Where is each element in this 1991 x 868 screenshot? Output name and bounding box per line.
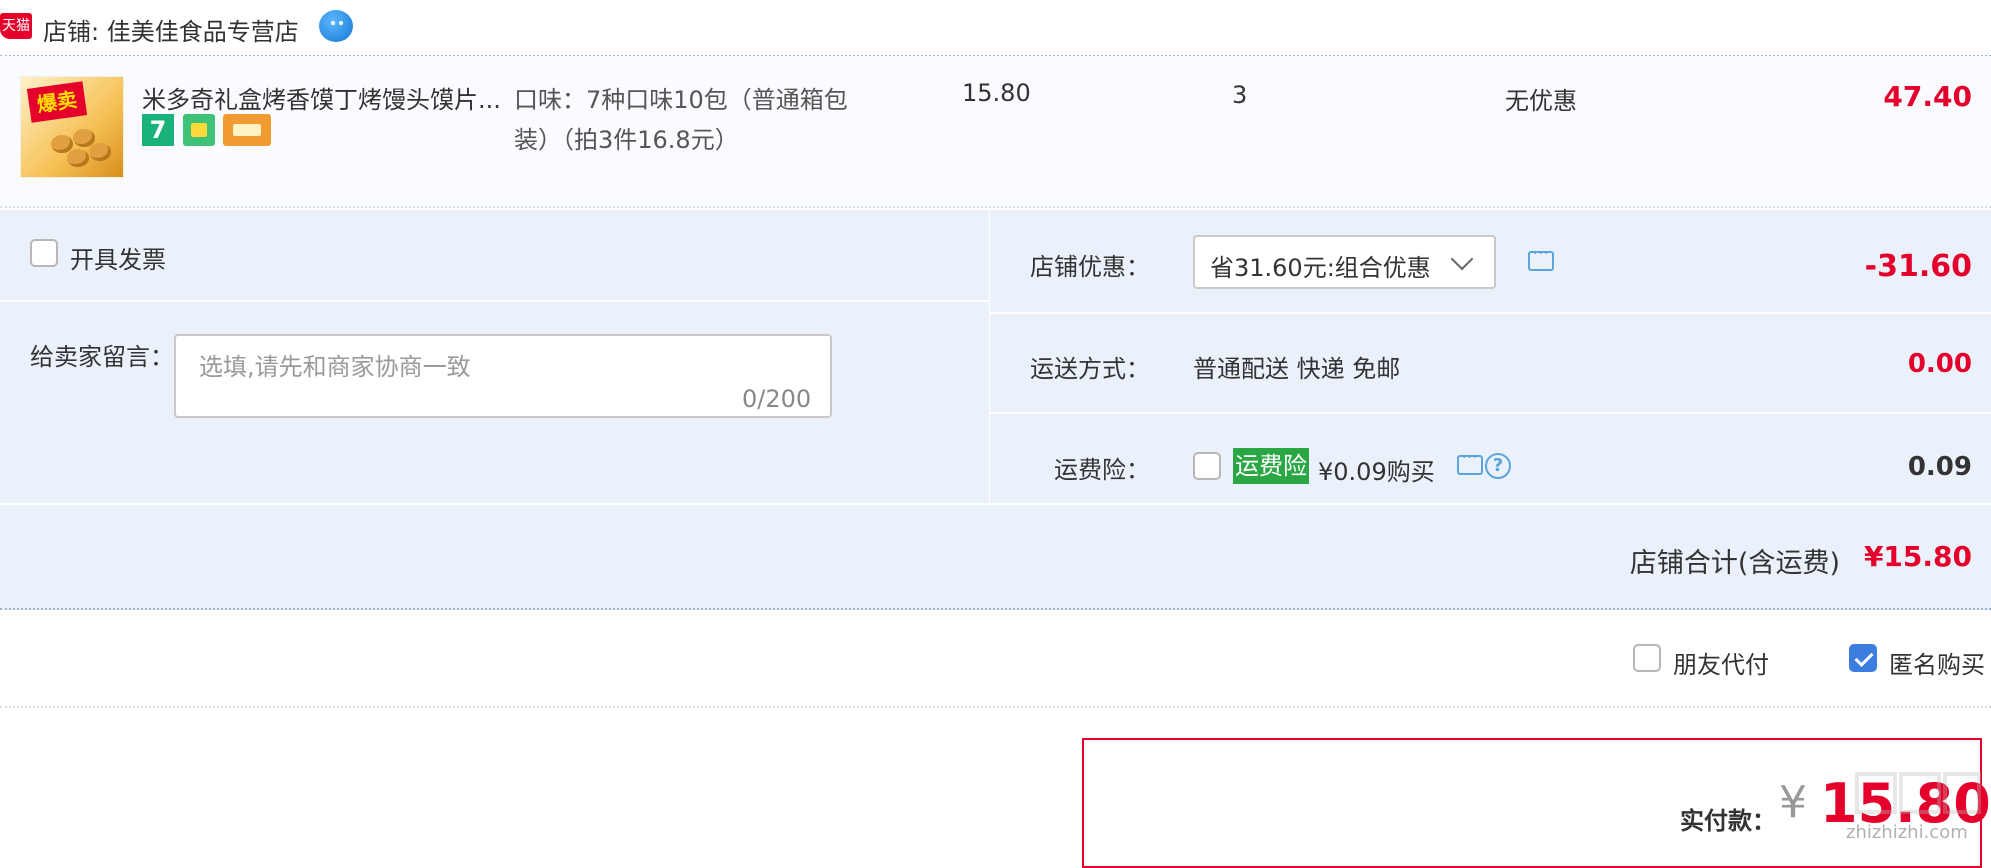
- tmall-badge: 天猫: [0, 13, 32, 39]
- shipping-method: 普通配送 快递 免邮: [1193, 355, 1401, 383]
- promo-selected-value[interactable]: 省31.60元:组合优惠: [1210, 248, 1431, 283]
- anonymous-label[interactable]: 匿名购买: [1889, 645, 1985, 680]
- message-label: 给卖家留言：: [30, 343, 174, 371]
- credit-card-icon: [223, 114, 271, 146]
- message-placeholder: 选填,请先和商家协商一致: [199, 353, 471, 381]
- invoice-checkbox[interactable]: [30, 239, 58, 267]
- product-thumbnail[interactable]: 爆卖: [20, 76, 124, 178]
- wangwang-chat-icon[interactable]: [319, 10, 353, 42]
- divider: [0, 300, 989, 302]
- shop-total-amount: ¥15.80: [1863, 540, 1972, 573]
- shop-total-label: 店铺合计(含运费): [1629, 548, 1840, 579]
- anonymous-checkbox[interactable]: [1849, 644, 1877, 672]
- shipping-label: 运送方式：: [1030, 355, 1150, 383]
- watermark-logo-icon: [1855, 772, 1981, 814]
- unit-price: 15.80: [962, 79, 1031, 107]
- comment-icon[interactable]: [1457, 450, 1483, 475]
- insurance-price: ¥0.09购买: [1318, 458, 1435, 486]
- product-spec: 口味：7种口味10包（普通箱包装）（拍3件16.8元）: [514, 86, 848, 154]
- friend-pay-label[interactable]: 朋友代付: [1673, 645, 1769, 680]
- shopping-bag-icon: [183, 114, 215, 146]
- comment-icon[interactable]: [1528, 246, 1554, 271]
- payment-label: 实付款：: [1680, 807, 1776, 835]
- currency-symbol: ¥: [1779, 777, 1807, 828]
- quantity: 3: [1232, 81, 1248, 109]
- thumbnail-food-piece: [89, 143, 111, 161]
- item-subtotal: 47.40: [1883, 80, 1972, 113]
- seven-day-return-icon: 7: [142, 114, 174, 146]
- watermark-text: zhizhizhi.com: [1846, 822, 1968, 843]
- promo-amount: -31.60: [1864, 249, 1972, 284]
- thumbnail-food-piece: [67, 149, 89, 167]
- divider: [0, 503, 1991, 505]
- insurance-badge: 运费险: [1233, 448, 1309, 484]
- message-char-count: 0/200: [742, 385, 812, 413]
- divider: [989, 210, 990, 505]
- invoice-label[interactable]: 开具发票: [70, 240, 166, 275]
- divider: [990, 412, 1991, 414]
- help-icon[interactable]: ?: [1485, 453, 1511, 479]
- thumbnail-burst-label: 爆卖: [26, 81, 88, 123]
- insurance-checkbox[interactable]: [1193, 452, 1221, 480]
- shipping-amount: 0.00: [1907, 349, 1972, 379]
- friend-pay-checkbox[interactable]: [1633, 644, 1661, 672]
- shop-name[interactable]: 店铺: 佳美佳食品专营店: [43, 12, 299, 47]
- promo-label: 店铺优惠：: [1030, 253, 1150, 281]
- product-title[interactable]: 米多奇礼盒烤香馍丁烤馒头馍片...: [142, 80, 501, 115]
- insurance-amount: 0.09: [1907, 452, 1972, 482]
- divider: [990, 312, 1991, 314]
- insurance-label: 运费险：: [1054, 456, 1150, 484]
- item-discount: 无优惠: [1505, 87, 1577, 115]
